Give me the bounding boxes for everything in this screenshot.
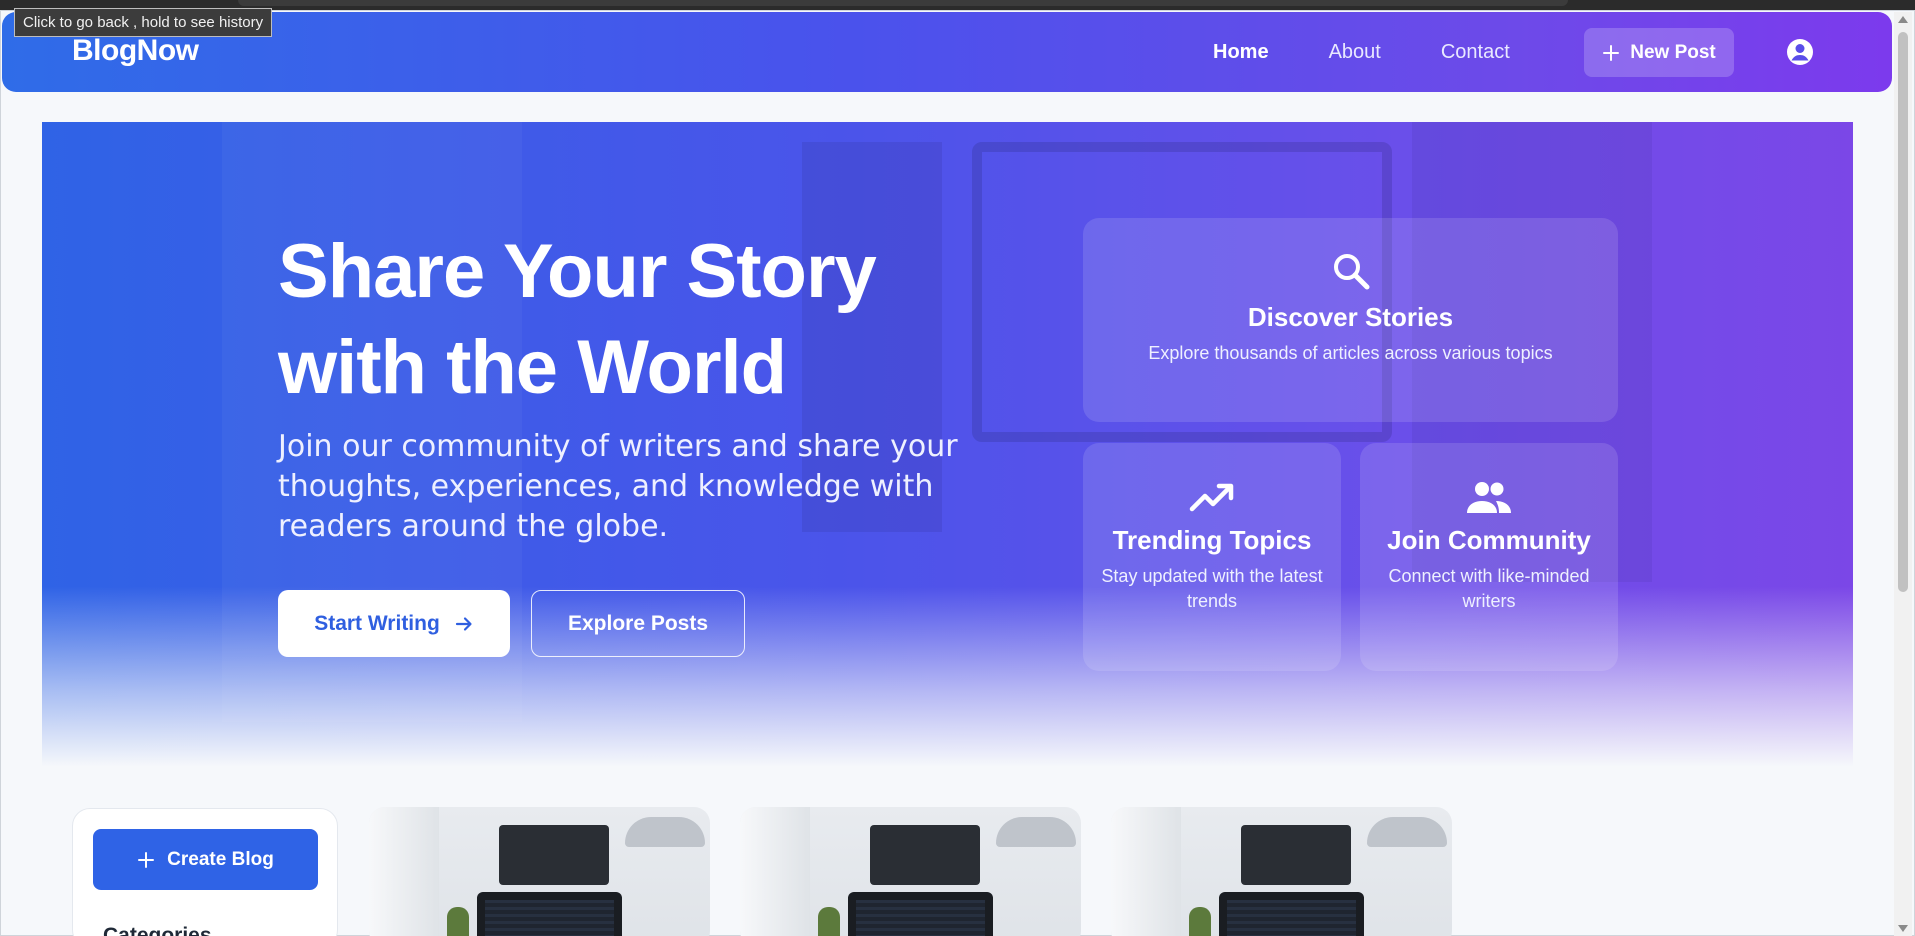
back-button-tooltip: Click to go back , hold to see history xyxy=(14,8,273,37)
card-image-lamp xyxy=(1367,817,1447,847)
people-icon xyxy=(1467,482,1511,513)
card-image-monitor xyxy=(870,825,980,885)
card-image-laptop xyxy=(848,892,993,936)
card-image-lamp xyxy=(996,817,1076,847)
blog-card[interactable] xyxy=(369,807,710,936)
hero-title: Share Your Story with the World xyxy=(278,224,1038,416)
feature-title: Join Community xyxy=(1387,525,1591,555)
trending-up-icon xyxy=(1189,483,1234,512)
nav-link-contact[interactable]: Contact xyxy=(1441,41,1510,64)
categories-heading: Categories xyxy=(103,924,212,936)
feature-description: Explore thousands of articles across var… xyxy=(1148,343,1553,363)
account-circle-icon[interactable] xyxy=(1785,37,1815,67)
sidebar-panel: Create Blog Categories xyxy=(72,808,338,936)
address-bar-edge xyxy=(238,0,1568,6)
feature-card-community[interactable]: Join Community Connect with like-minded … xyxy=(1360,443,1618,671)
feature-description: Connect with like-minded writers xyxy=(1388,566,1590,611)
nav-links: Home About Contact xyxy=(1213,12,1570,92)
feature-card-trending[interactable]: Trending Topics Stay updated with the la… xyxy=(1083,443,1341,671)
nav-link-about[interactable]: About xyxy=(1329,41,1381,64)
card-image-laptop xyxy=(1219,892,1364,936)
create-blog-label: Create Blog xyxy=(167,848,274,870)
scroll-up-arrow-icon[interactable] xyxy=(1898,16,1908,23)
hero-section: Share Your Story with the World Join our… xyxy=(42,122,1853,767)
plus-icon xyxy=(1603,44,1620,61)
card-image-window xyxy=(1111,807,1181,936)
card-image-monitor xyxy=(1241,825,1351,885)
start-writing-label: Start Writing xyxy=(314,611,440,635)
hero-title-line2: with the World xyxy=(278,325,787,410)
new-post-button[interactable]: New Post xyxy=(1584,28,1734,77)
card-image-plant xyxy=(447,907,469,936)
scrollbar-thumb[interactable] xyxy=(1898,32,1908,592)
hero-title-line1: Share Your Story xyxy=(278,229,877,314)
laptop-screen xyxy=(1227,900,1356,936)
brand-logo[interactable]: BlogNow xyxy=(72,34,199,68)
laptop-screen xyxy=(856,900,985,936)
browser-top-strip xyxy=(0,0,1915,10)
feature-description: Stay updated with the latest trends xyxy=(1101,566,1323,611)
blog-card[interactable] xyxy=(740,807,1081,936)
create-blog-button[interactable]: Create Blog xyxy=(93,829,318,890)
card-image-monitor xyxy=(499,825,609,885)
card-image-plant xyxy=(818,907,840,936)
card-image-window xyxy=(369,807,439,936)
card-image-plant xyxy=(1189,907,1211,936)
top-navbar: BlogNow Home About Contact New Post xyxy=(2,12,1892,92)
feature-title: Trending Topics xyxy=(1112,525,1312,555)
search-icon xyxy=(1333,254,1369,290)
plus-icon xyxy=(138,851,155,868)
new-post-label: New Post xyxy=(1630,41,1716,63)
hero-subtitle: Join our community of writers and share … xyxy=(278,429,958,544)
vertical-scrollbar[interactable] xyxy=(1894,12,1912,936)
feature-card-discover[interactable]: Discover Stories Explore thousands of ar… xyxy=(1083,218,1618,422)
nav-link-home[interactable]: Home xyxy=(1213,41,1269,64)
scroll-down-arrow-icon[interactable] xyxy=(1898,925,1908,932)
feature-title: Discover Stories xyxy=(1247,302,1454,332)
laptop-screen xyxy=(485,900,614,936)
explore-posts-label: Explore Posts xyxy=(567,611,709,635)
blog-card[interactable] xyxy=(1111,807,1452,936)
arrow-right-icon xyxy=(455,616,472,631)
card-image-window xyxy=(740,807,810,936)
explore-posts-button[interactable]: Explore Posts xyxy=(531,590,745,657)
card-image-laptop xyxy=(477,892,622,936)
card-image-lamp xyxy=(625,817,705,847)
start-writing-button[interactable]: Start Writing xyxy=(278,590,510,657)
